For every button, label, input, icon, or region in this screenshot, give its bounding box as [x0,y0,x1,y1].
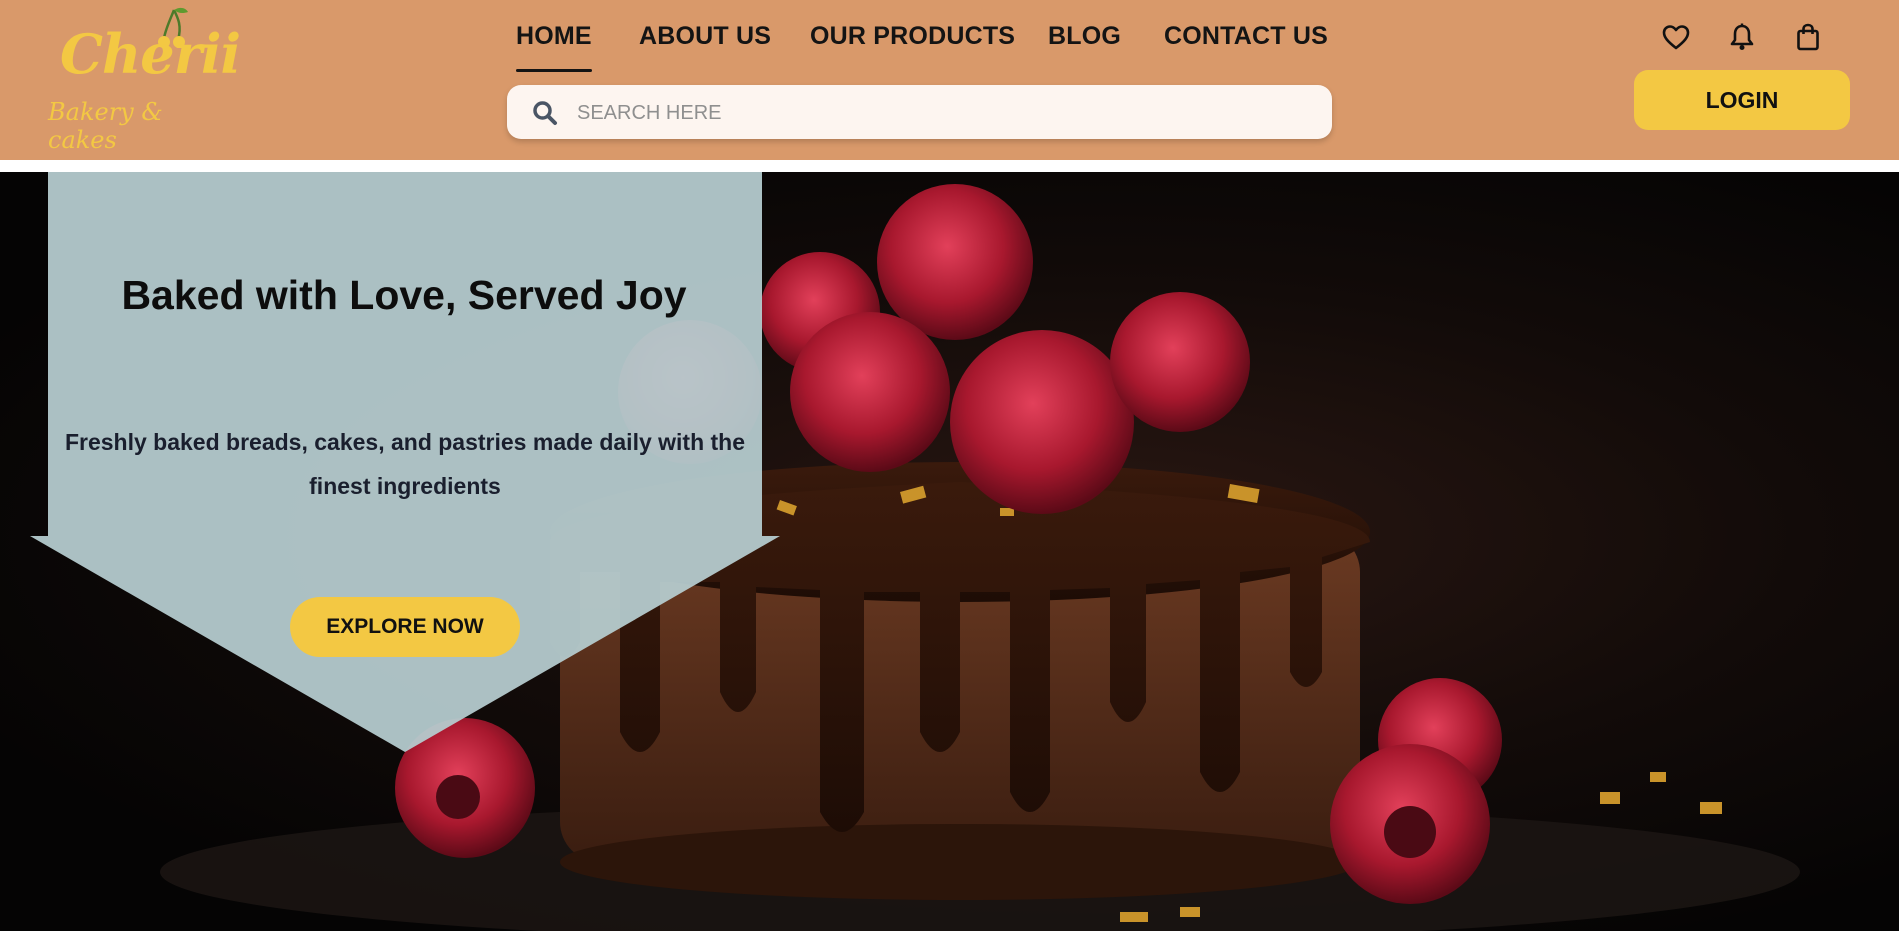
brand-tagline: Bakery & cakes [48,98,163,154]
nav-item-about-us[interactable]: ABOUT US [639,22,771,51]
brand-logo[interactable]: Cherii Bakery & cakes [44,0,241,154]
search-bar [507,85,1332,139]
hero-title: Baked with Love, Served Joy [121,272,687,318]
nav-item-contact-us[interactable]: CONTACT US [1164,22,1328,51]
bell-icon[interactable] [1727,22,1757,52]
hero-section: Baked with Love, Served Joy Freshly bake… [0,172,1899,931]
explore-now-button[interactable]: EXPLORE NOW [290,597,520,657]
hero-panel: Baked with Love, Served Joy Freshly bake… [0,172,780,762]
page-divider [0,931,1899,941]
site-header: Cherii Bakery & cakes HOME ABOUT US OUR … [0,0,1899,160]
hero-subtitle: Freshly baked breads, cakes, and pastrie… [64,429,746,499]
shopping-bag-icon[interactable] [1793,22,1823,52]
heart-icon[interactable] [1661,22,1691,52]
search-input[interactable] [575,93,1309,133]
search-icon[interactable] [531,99,559,127]
brand-name: Cherii [60,22,241,86]
login-button[interactable]: LOGIN [1634,70,1850,130]
nav-item-blog[interactable]: BLOG [1048,22,1121,51]
nav-item-our-products[interactable]: OUR PRODUCTS [810,22,1015,51]
nav-item-home[interactable]: HOME [516,22,592,72]
